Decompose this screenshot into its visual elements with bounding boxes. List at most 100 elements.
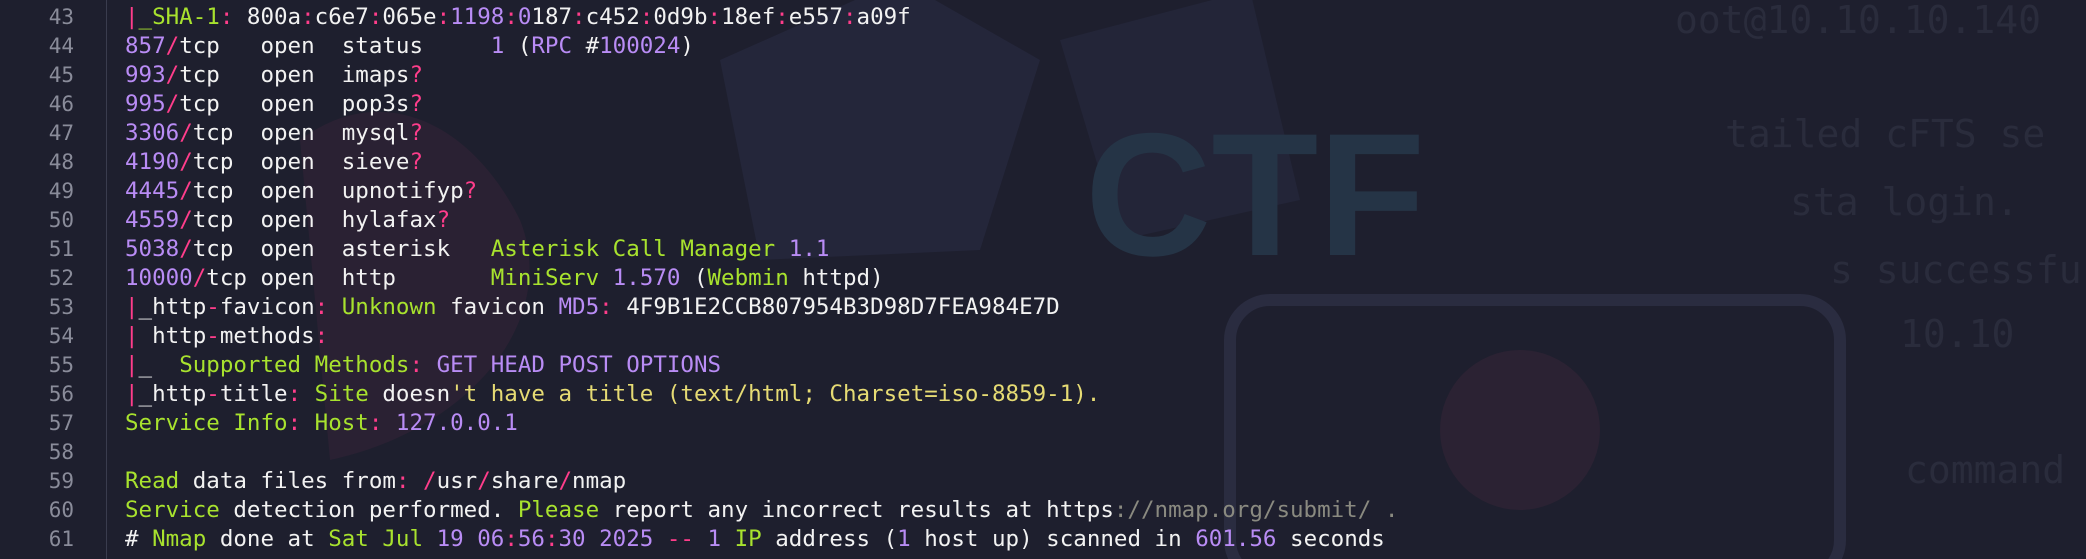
syntax-token: tcp open pop3s xyxy=(179,91,410,117)
syntax-token: tcp open imaps xyxy=(179,62,410,88)
syntax-token: : xyxy=(314,323,329,349)
syntax-token: 800a xyxy=(233,4,302,30)
syntax-token: 5038 xyxy=(125,236,180,262)
syntax-token: : xyxy=(572,4,586,30)
line-number: 58 xyxy=(48,440,74,464)
syntax-token: done at xyxy=(206,526,329,552)
syntax-token: - xyxy=(206,294,220,320)
editor-line[interactable]: 51 5038/tcp open asterisk Asterisk Call M… xyxy=(0,235,2086,264)
syntax-token: / xyxy=(477,468,491,494)
syntax-token: detection performed. xyxy=(219,497,518,523)
line-text: 3306/tcp open mysql? xyxy=(125,119,423,148)
line-number: 43 xyxy=(48,5,74,29)
syntax-token: - xyxy=(206,381,220,407)
syntax-token: tcp open http xyxy=(206,265,491,291)
syntax-token: ? xyxy=(409,120,424,146)
syntax-token: share xyxy=(490,468,559,494)
syntax-token: : xyxy=(368,410,383,436)
editor-line[interactable]: 60 Service detection performed. Please re… xyxy=(0,496,2086,525)
syntax-token: Unknown xyxy=(328,294,437,320)
line-number: 47 xyxy=(48,121,74,145)
syntax-token: 't have a title (text/html; Charset=iso-… xyxy=(450,381,1101,407)
line-text: 995/tcp open pop3s? xyxy=(125,90,423,119)
editor-line[interactable]: 52 10000/tcp open http MiniServ 1.570 (We… xyxy=(0,264,2086,293)
syntax-token: ://nmap.org/submit/ . xyxy=(1113,497,1399,523)
syntax-token: e557 xyxy=(788,4,843,30)
line-text: 4559/tcp open hylafax? xyxy=(125,206,450,235)
syntax-token: 1 xyxy=(897,526,911,552)
syntax-token: tcp open status xyxy=(179,33,491,59)
editor-line[interactable]: 46 995/tcp open pop3s? xyxy=(0,90,2086,119)
syntax-token: ? xyxy=(436,207,451,233)
line-text: Read data files from: /usr/share/nmap xyxy=(125,467,626,496)
syntax-token: MD5 xyxy=(558,294,600,320)
syntax-token: : xyxy=(287,381,302,407)
syntax-token: : xyxy=(219,4,234,30)
syntax-token: 1 xyxy=(490,33,505,59)
editor-line[interactable]: 55 |_ Supported Methods: GET HEAD POST OP… xyxy=(0,351,2086,380)
editor-line[interactable]: 48 4190/tcp open sieve? xyxy=(0,148,2086,177)
line-number: 60 xyxy=(48,498,74,522)
editor-line[interactable]: 49 4445/tcp open upnotifyp? xyxy=(0,177,2086,206)
editor-line[interactable]: 53 |_http-favicon: Unknown favicon MD5: 4… xyxy=(0,293,2086,322)
editor-line[interactable]: 43 |_SHA-1: 800a:c6e7:065e:1198:0187:c452… xyxy=(0,3,2086,32)
editor-line[interactable]: 54 | http-methods: xyxy=(0,322,2086,351)
editor-line[interactable]: 50 4559/tcp open hylafax? xyxy=(0,206,2086,235)
line-text: |_http-favicon: Unknown favicon MD5: 4F9… xyxy=(125,293,1060,322)
text-editor[interactable]: 43 |_SHA-1: 800a:c6e7:065e:1198:0187:c452… xyxy=(0,0,2086,559)
syntax-token: / xyxy=(179,178,193,204)
syntax-token: tcp open asterisk xyxy=(192,236,491,262)
syntax-token: | xyxy=(125,381,139,407)
syntax-token: : xyxy=(301,4,315,30)
syntax-token: Service xyxy=(125,497,220,523)
syntax-token: c6e7 xyxy=(314,4,369,30)
line-text: |_SHA-1: 800a:c6e7:065e:1198:0187:c452:0… xyxy=(125,3,911,32)
syntax-token: : xyxy=(287,410,302,436)
syntax-token: tcp open upnotifyp xyxy=(192,178,464,204)
syntax-token: | xyxy=(125,294,139,320)
syntax-token: 1198 xyxy=(450,4,505,30)
line-text: # Nmap done at Sat Jul 19 06:56:30 2025 … xyxy=(125,525,1385,554)
line-number: 59 xyxy=(48,469,74,493)
syntax-token: / xyxy=(192,265,207,291)
line-text: 993/tcp open imaps? xyxy=(125,61,423,90)
syntax-token: : xyxy=(504,526,518,552)
syntax-token: 100024 xyxy=(599,33,681,59)
line-number: 48 xyxy=(48,150,74,174)
syntax-token: ( xyxy=(680,265,708,291)
syntax-token: / xyxy=(179,149,193,175)
editor-line[interactable]: 56 |_http-title: Site doesn't have a titl… xyxy=(0,380,2086,409)
line-text: Service detection performed. Please repo… xyxy=(125,496,1398,525)
syntax-token: methods xyxy=(219,323,315,349)
line-number: 61 xyxy=(48,527,74,551)
line-number: 46 xyxy=(48,92,74,116)
editor-line[interactable]: 58 xyxy=(0,438,2086,467)
line-number: 45 xyxy=(48,63,74,87)
syntax-token: ? xyxy=(409,149,424,175)
editor-line[interactable]: 57 Service Info: Host: 127.0.0.1 xyxy=(0,409,2086,438)
syntax-token: Supported Methods xyxy=(179,352,410,378)
editor-line[interactable]: 44 857/tcp open status 1 (RPC #100024) xyxy=(0,32,2086,61)
syntax-token: 127.0.0.1 xyxy=(382,410,518,436)
syntax-token: ( xyxy=(504,33,532,59)
syntax-token: Site xyxy=(301,381,369,407)
line-text: 4445/tcp open upnotifyp? xyxy=(125,177,477,206)
syntax-token: ? xyxy=(463,178,478,204)
editor-line[interactable]: 45 993/tcp open imaps? xyxy=(0,61,2086,90)
syntax-token: _SHA-1 xyxy=(138,4,220,30)
syntax-token: usr xyxy=(436,468,478,494)
editor-line[interactable]: 47 3306/tcp open mysql? xyxy=(0,119,2086,148)
editor-line[interactable]: 61 # Nmap done at Sat Jul 19 06:56:30 202… xyxy=(0,525,2086,554)
line-text: 4190/tcp open sieve? xyxy=(125,148,423,177)
syntax-token: 1.1 xyxy=(775,236,830,262)
editor-line[interactable]: 59 Read data files from: /usr/share/nmap xyxy=(0,467,2086,496)
syntax-token: | xyxy=(125,352,139,378)
syntax-token: ? xyxy=(409,62,424,88)
syntax-token: : xyxy=(368,4,383,30)
syntax-token: / xyxy=(179,236,193,262)
syntax-token: : xyxy=(395,468,410,494)
syntax-token: _http xyxy=(138,381,207,407)
syntax-token: tcp open mysql xyxy=(192,120,410,146)
syntax-token: RPC xyxy=(531,33,573,59)
syntax-token: doesn xyxy=(368,381,451,407)
